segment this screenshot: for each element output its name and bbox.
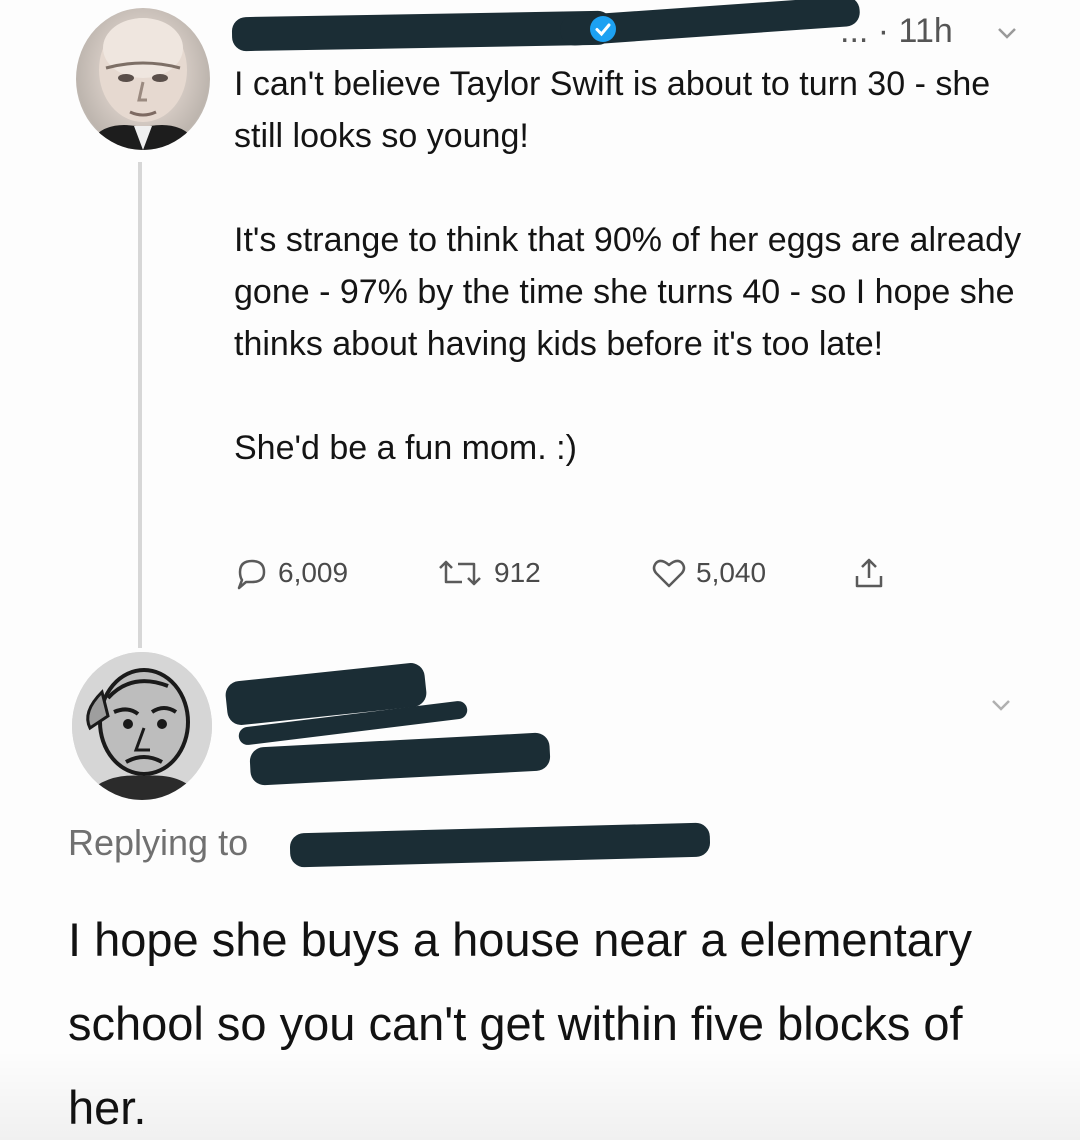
share-button[interactable]: [852, 556, 886, 590]
verified-badge-icon: [590, 16, 616, 42]
reply-count: 6,009: [278, 557, 349, 588]
tweet-paragraph: It's strange to think that 90% of her eg…: [234, 221, 1022, 363]
tweet-paragraph: I can't believe Taylor Swift is about to…: [234, 65, 991, 155]
like-button[interactable]: 5,040: [650, 556, 766, 590]
like-icon: [652, 559, 686, 588]
redacted-replied-handle: [289, 822, 711, 868]
author-avatar[interactable]: [76, 8, 210, 150]
tweet-timestamp[interactable]: ... · 11h: [840, 12, 953, 51]
like-count: 5,040: [696, 557, 767, 588]
reply-text: I hope she buys a house near a elementar…: [68, 913, 973, 1134]
reply-icon: [237, 559, 266, 590]
tweet-paragraph: She'd be a fun mom. :): [234, 429, 577, 467]
reply-author-avatar[interactable]: [72, 652, 212, 800]
retweet-icon: [439, 560, 481, 586]
redacted-reply-handle: [249, 732, 551, 786]
tweet-action-bar: 6,009 912 5,040: [234, 556, 934, 596]
redacted-display-name: [231, 10, 613, 52]
share-icon: [855, 558, 883, 588]
bald-man-portrait: [86, 18, 200, 150]
retweet-button[interactable]: 912: [434, 556, 541, 590]
chevron-down-icon[interactable]: [996, 22, 1018, 44]
tweet-text: I can't believe Taylor Swift is about to…: [234, 58, 1034, 474]
replying-to-label: Replying to: [68, 822, 249, 863]
thread-connector-line: [138, 162, 142, 648]
reply-button[interactable]: 6,009: [234, 556, 348, 590]
tweet-thread: ... · 11h I can't believe Taylor Swift i…: [0, 0, 1080, 1140]
retweet-count: 912: [494, 557, 541, 588]
chevron-down-icon[interactable]: [990, 694, 1012, 716]
comic-character-portrait: [72, 652, 212, 800]
